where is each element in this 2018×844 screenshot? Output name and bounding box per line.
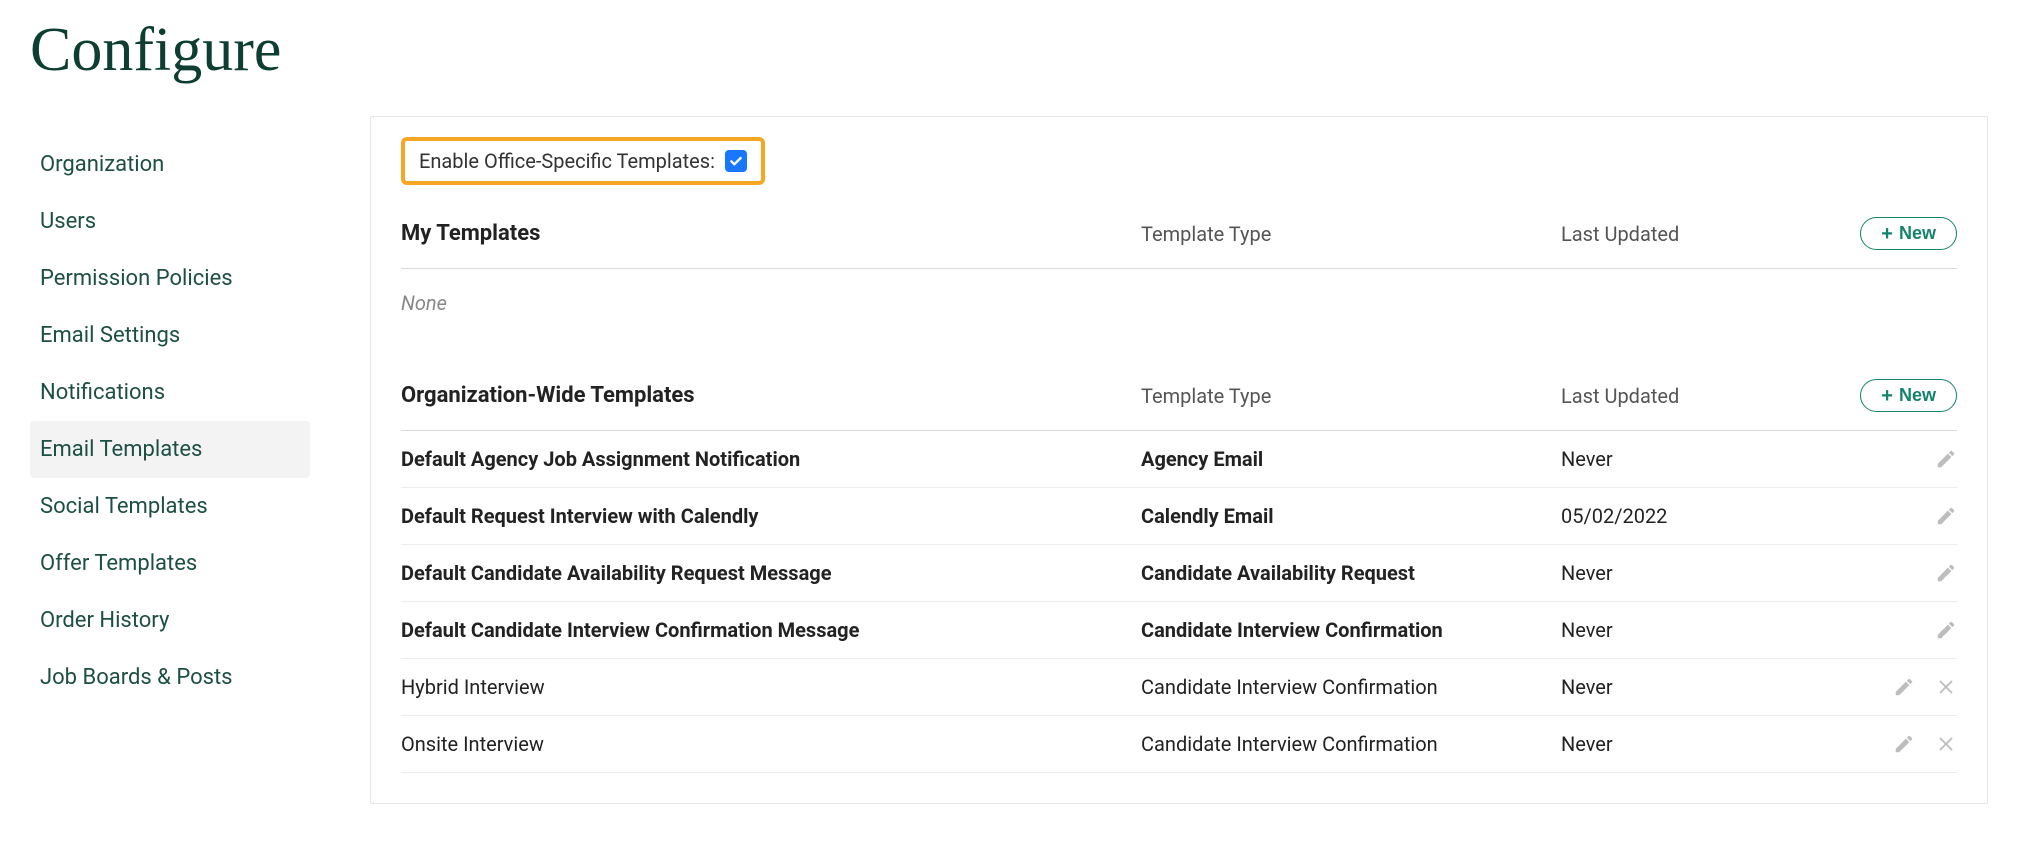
- enable-office-templates-checkbox[interactable]: [725, 150, 747, 172]
- my-templates-header: My Templates Template Type Last Updated …: [401, 203, 1957, 269]
- table-row: Onsite InterviewCandidate Interview Conf…: [401, 716, 1957, 773]
- edit-button[interactable]: [1935, 619, 1957, 641]
- template-last-updated: Never: [1561, 561, 1837, 585]
- edit-button[interactable]: [1935, 562, 1957, 584]
- pencil-icon: [1893, 676, 1915, 698]
- template-last-updated: Never: [1561, 618, 1837, 642]
- pencil-icon: [1935, 562, 1957, 584]
- checkmark-icon: [728, 153, 744, 169]
- table-row: Default Candidate Interview Confirmation…: [401, 602, 1957, 659]
- template-last-updated: Never: [1561, 675, 1837, 699]
- close-icon: [1935, 733, 1957, 755]
- edit-button[interactable]: [1935, 505, 1957, 527]
- org-templates-header: Organization-Wide Templates Template Typ…: [401, 365, 1957, 431]
- close-icon: [1935, 676, 1957, 698]
- sidebar-item-email-templates[interactable]: Email Templates: [30, 421, 310, 478]
- template-name[interactable]: Default Candidate Interview Confirmation…: [401, 618, 1141, 642]
- page-title: Configure: [30, 0, 1988, 116]
- template-last-updated: 05/02/2022: [1561, 504, 1837, 528]
- new-button-label: New: [1899, 223, 1936, 244]
- sidebar-item-notifications[interactable]: Notifications: [30, 364, 310, 421]
- sidebar-item-users[interactable]: Users: [30, 193, 310, 250]
- sidebar-item-email-settings[interactable]: Email Settings: [30, 307, 310, 364]
- plus-icon: +: [1881, 386, 1893, 406]
- sidebar-item-social-templates[interactable]: Social Templates: [30, 478, 310, 535]
- my-templates-empty: None: [401, 269, 1957, 365]
- enable-office-templates-row: Enable Office-Specific Templates:: [401, 137, 765, 185]
- table-row: Default Request Interview with CalendlyC…: [401, 488, 1957, 545]
- template-type: Candidate Interview Confirmation: [1141, 732, 1561, 756]
- delete-button[interactable]: [1935, 733, 1957, 755]
- table-row: Default Agency Job Assignment Notificati…: [401, 431, 1957, 488]
- template-name[interactable]: Onsite Interview: [401, 732, 1141, 756]
- row-actions: [1837, 619, 1957, 641]
- edit-button[interactable]: [1893, 676, 1915, 698]
- delete-button[interactable]: [1935, 676, 1957, 698]
- new-my-template-button[interactable]: + New: [1860, 217, 1957, 250]
- row-actions: [1837, 676, 1957, 698]
- row-actions: [1837, 562, 1957, 584]
- template-name[interactable]: Hybrid Interview: [401, 675, 1141, 699]
- table-row: Hybrid InterviewCandidate Interview Conf…: [401, 659, 1957, 716]
- template-type: Candidate Interview Confirmation: [1141, 618, 1561, 642]
- table-row: Default Candidate Availability Request M…: [401, 545, 1957, 602]
- edit-button[interactable]: [1893, 733, 1915, 755]
- template-name[interactable]: Default Agency Job Assignment Notificati…: [401, 447, 1141, 471]
- main-panel: Enable Office-Specific Templates: My Tem…: [370, 116, 1988, 804]
- sidebar-item-organization[interactable]: Organization: [30, 136, 310, 193]
- row-actions: [1837, 505, 1957, 527]
- my-templates-type-header: Template Type: [1141, 222, 1561, 246]
- edit-button[interactable]: [1935, 448, 1957, 470]
- new-button-label: New: [1899, 385, 1936, 406]
- org-templates-title: Organization-Wide Templates: [401, 383, 1141, 408]
- my-templates-updated-header: Last Updated: [1561, 222, 1837, 246]
- enable-office-templates-label: Enable Office-Specific Templates:: [419, 149, 715, 173]
- sidebar-item-permission-policies[interactable]: Permission Policies: [30, 250, 310, 307]
- org-templates-type-header: Template Type: [1141, 384, 1561, 408]
- template-name[interactable]: Default Candidate Availability Request M…: [401, 561, 1141, 585]
- plus-icon: +: [1881, 224, 1893, 244]
- sidebar: OrganizationUsersPermission PoliciesEmai…: [30, 116, 310, 804]
- template-name[interactable]: Default Request Interview with Calendly: [401, 504, 1141, 528]
- template-type: Calendly Email: [1141, 504, 1561, 528]
- pencil-icon: [1935, 619, 1957, 641]
- template-last-updated: Never: [1561, 447, 1837, 471]
- sidebar-item-offer-templates[interactable]: Offer Templates: [30, 535, 310, 592]
- row-actions: [1837, 448, 1957, 470]
- template-type: Candidate Availability Request: [1141, 561, 1561, 585]
- pencil-icon: [1935, 505, 1957, 527]
- new-org-template-button[interactable]: + New: [1860, 379, 1957, 412]
- template-type: Agency Email: [1141, 447, 1561, 471]
- sidebar-item-job-boards-posts[interactable]: Job Boards & Posts: [30, 649, 310, 706]
- org-templates-updated-header: Last Updated: [1561, 384, 1837, 408]
- pencil-icon: [1935, 448, 1957, 470]
- template-type: Candidate Interview Confirmation: [1141, 675, 1561, 699]
- template-last-updated: Never: [1561, 732, 1837, 756]
- sidebar-item-order-history[interactable]: Order History: [30, 592, 310, 649]
- my-templates-title: My Templates: [401, 221, 1141, 246]
- row-actions: [1837, 733, 1957, 755]
- pencil-icon: [1893, 733, 1915, 755]
